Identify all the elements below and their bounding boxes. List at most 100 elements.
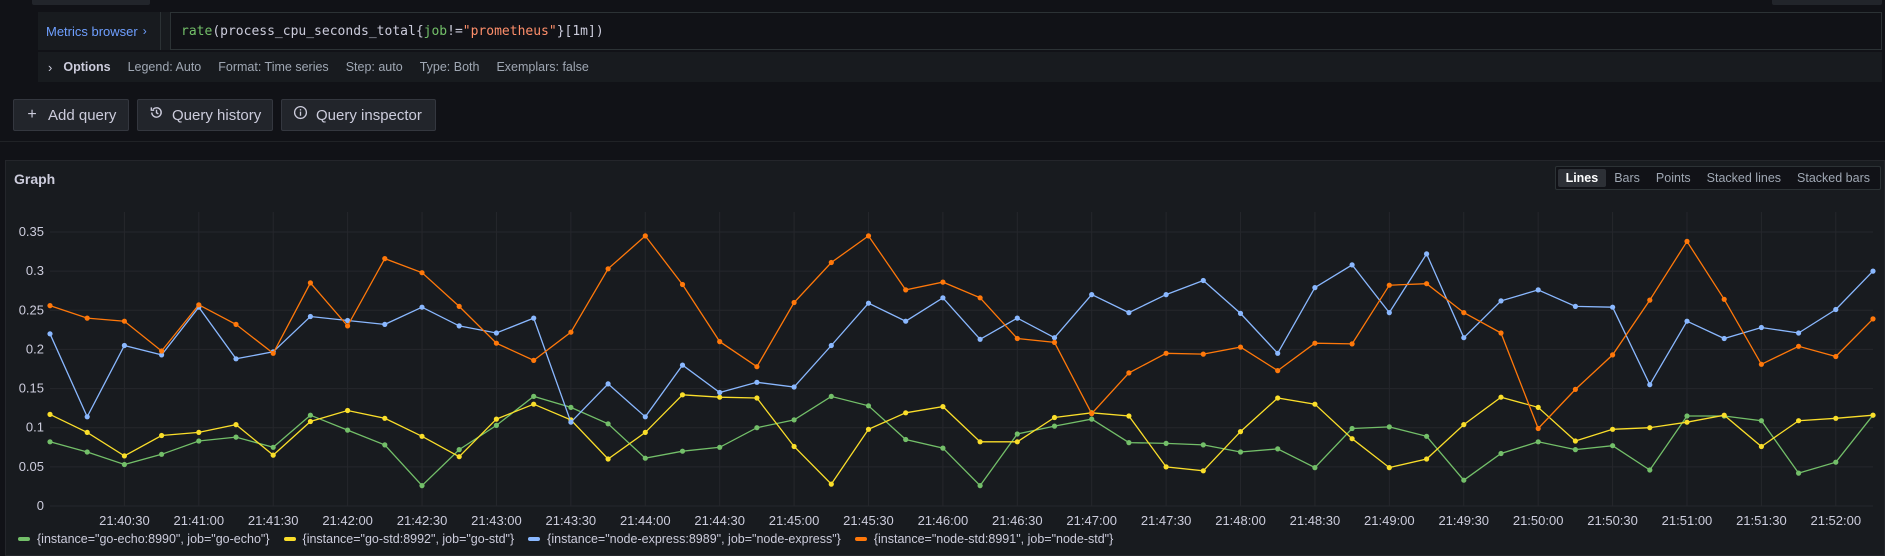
legend-item[interactable]: {instance="node-express:8989", job="node… xyxy=(528,532,841,546)
legend-swatch xyxy=(18,537,30,541)
data-point xyxy=(196,302,202,308)
legend-label: {instance="go-std:8992", job="go-std"} xyxy=(302,532,515,546)
legend-item[interactable]: {instance="go-echo:8990", job="go-echo"} xyxy=(18,532,270,546)
data-point xyxy=(1424,251,1430,257)
data-point xyxy=(493,416,499,422)
data-point xyxy=(1796,330,1802,336)
data-point xyxy=(1796,343,1802,349)
data-point xyxy=(754,425,760,431)
chart-legend: {instance="go-echo:8990", job="go-echo"}… xyxy=(18,532,1113,546)
x-tick-label: 21:46:30 xyxy=(992,513,1043,528)
data-point xyxy=(1126,413,1132,419)
data-point xyxy=(159,451,165,457)
data-point xyxy=(605,456,611,462)
y-tick-label: 0.3 xyxy=(26,263,44,278)
data-point xyxy=(977,336,983,342)
data-point xyxy=(382,415,388,421)
line-chart[interactable]: 0 0.05 0.1 0.15 0.2 0.25 0.3 0.35 21:40:30 21:41:… xyxy=(0,0,1885,556)
x-tick-label: 21:46:00 xyxy=(918,513,969,528)
data-point xyxy=(903,436,909,443)
series-line xyxy=(49,234,1874,430)
data-point xyxy=(828,259,834,266)
data-point xyxy=(121,318,127,324)
data-point xyxy=(1647,382,1653,388)
data-point xyxy=(47,303,53,309)
data-point xyxy=(828,342,834,349)
data-point xyxy=(1498,450,1504,457)
data-point xyxy=(1349,262,1355,268)
x-tick-label: 21:40:30 xyxy=(99,513,150,528)
data-point xyxy=(1126,310,1132,316)
x-tick-label: 21:50:30 xyxy=(1587,513,1638,528)
data-point xyxy=(717,389,723,396)
y-tick-label: 0.35 xyxy=(19,224,44,239)
data-point xyxy=(1796,470,1802,476)
data-point xyxy=(1870,412,1876,418)
x-tick-label: 21:48:30 xyxy=(1290,513,1341,528)
data-point xyxy=(1833,306,1839,313)
data-point xyxy=(1312,340,1318,346)
x-tick-label: 21:49:30 xyxy=(1438,513,1489,528)
data-point xyxy=(1610,352,1616,358)
data-point xyxy=(1684,419,1690,425)
data-point xyxy=(828,481,834,487)
data-point xyxy=(1610,426,1616,432)
data-point xyxy=(531,357,537,363)
x-tick-label: 21:52:00 xyxy=(1810,513,1861,528)
data-point xyxy=(1237,449,1244,455)
data-point xyxy=(642,429,648,435)
data-point xyxy=(1721,296,1727,302)
data-point xyxy=(493,330,499,336)
data-point xyxy=(345,407,351,414)
data-point xyxy=(1089,292,1095,298)
data-point xyxy=(1275,446,1281,452)
data-point xyxy=(493,340,499,346)
data-point xyxy=(1200,468,1206,474)
legend-label: {instance="node-express:8989", job="node… xyxy=(547,532,841,546)
data-point xyxy=(865,300,872,306)
legend-swatch xyxy=(283,537,296,541)
data-point xyxy=(717,394,723,400)
data-point xyxy=(419,304,425,310)
data-point xyxy=(1014,335,1020,342)
data-point xyxy=(419,433,425,439)
data-point xyxy=(531,315,537,321)
legend-item[interactable]: {instance="node-std:8991", job="node-std… xyxy=(854,532,1113,546)
data-point xyxy=(940,404,946,410)
data-point xyxy=(1014,439,1020,445)
data-point xyxy=(1610,443,1616,449)
data-point xyxy=(456,323,462,329)
data-point xyxy=(754,379,760,385)
data-point xyxy=(196,438,202,444)
data-point xyxy=(84,315,90,321)
data-point xyxy=(121,461,127,468)
x-tick-label: 21:47:30 xyxy=(1141,513,1192,528)
data-point xyxy=(1572,303,1578,309)
data-point xyxy=(568,419,574,425)
data-point xyxy=(382,321,388,327)
data-point xyxy=(1498,330,1504,336)
data-point xyxy=(307,418,313,425)
data-point xyxy=(828,393,834,399)
data-point xyxy=(1163,350,1169,356)
legend-item[interactable]: {instance="go-std:8992", job="go-std"} xyxy=(283,532,515,546)
x-tick-label: 21:43:00 xyxy=(471,513,522,528)
data-point xyxy=(1684,238,1690,244)
data-point xyxy=(419,270,425,276)
data-point xyxy=(1796,418,1802,424)
data-point xyxy=(270,444,276,450)
data-point xyxy=(307,412,313,418)
data-point xyxy=(47,439,53,445)
data-point xyxy=(679,392,686,398)
data-point xyxy=(1498,298,1504,304)
data-point xyxy=(1610,304,1616,310)
data-point xyxy=(1386,282,1392,288)
data-point xyxy=(1758,361,1764,367)
data-point xyxy=(1163,464,1169,470)
data-point xyxy=(270,350,276,356)
data-point xyxy=(977,483,983,489)
y-tick-label: 0 xyxy=(37,498,44,513)
data-point xyxy=(1647,425,1653,431)
data-point xyxy=(679,281,686,288)
series-line xyxy=(49,395,1874,487)
